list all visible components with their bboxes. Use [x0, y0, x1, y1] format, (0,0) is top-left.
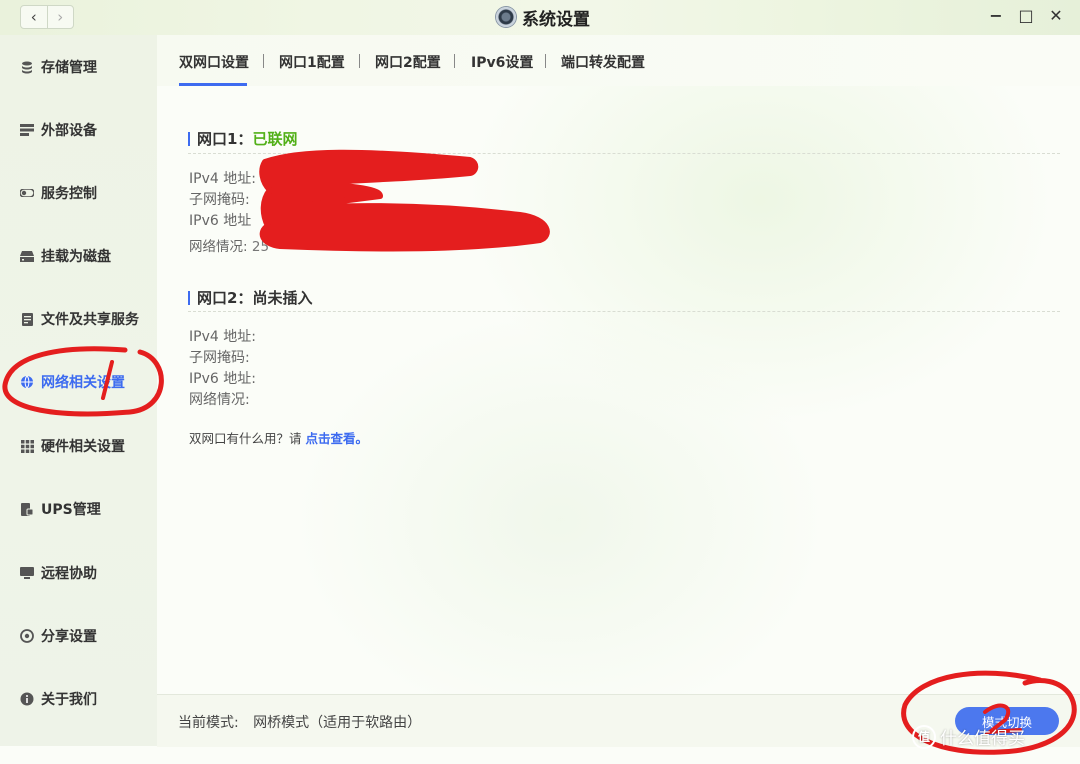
sidebar-item-ups[interactable]: UPS管理	[0, 489, 157, 529]
mode-value: 网桥模式（适用于软路由）	[253, 715, 422, 731]
close-button[interactable]: ✕	[1048, 6, 1064, 25]
sidebar: 存储管理 外部设备 服务控制 挂载为磁盘 文件及共享服务 网络相关设置 硬件相关…	[0, 35, 157, 746]
sidebar-item-service-control[interactable]: 服务控制	[0, 173, 157, 213]
help-text: 双网口有什么用？请	[189, 431, 306, 446]
sidebar-item-external-devices[interactable]: 外部设备	[0, 110, 157, 150]
main-content: 网口1： 已联网 IPv4 地址: 子网掩码: IPv6 地址 网络情况: 25…	[157, 86, 1080, 694]
sidebar-item-storage[interactable]: 存储管理	[0, 47, 157, 87]
port1-netmask-label: 子网掩码:	[189, 192, 250, 208]
sidebar-item-file-sharing[interactable]: 文件及共享服务	[0, 299, 157, 339]
sidebar-item-label: 网络相关设置	[41, 375, 125, 391]
port1-network-label: 网络情况:	[189, 239, 248, 255]
sidebar-item-label: 关于我们	[41, 692, 97, 708]
maximize-button[interactable]: □	[1018, 6, 1034, 25]
port2-netmask: 子网掩码:	[189, 347, 250, 367]
help-line: 双网口有什么用？请 点击查看。	[189, 428, 368, 447]
sidebar-item-label: 分享设置	[41, 629, 97, 645]
grid-icon	[20, 439, 34, 453]
back-button[interactable]: ‹	[21, 6, 47, 28]
sidebar-item-label: 挂载为磁盘	[41, 249, 111, 265]
history-nav: ‹ ›	[20, 5, 74, 29]
tab-separator	[263, 54, 264, 68]
title-bar: ‹ › 系统设置 − □ ✕	[0, 0, 1080, 35]
info-icon	[20, 692, 34, 706]
sidebar-item-label: 外部设备	[41, 123, 97, 139]
share-icon	[20, 629, 34, 643]
heading-accent-bar	[188, 290, 190, 305]
sidebar-item-network[interactable]: 网络相关设置	[0, 362, 157, 402]
tab-separator	[359, 54, 360, 68]
port1-ipv6-label: IPv6 地址	[189, 213, 252, 229]
toggle-icon	[20, 186, 34, 200]
tab-port2-config[interactable]: 网口2配置	[375, 52, 441, 72]
database-icon	[20, 60, 34, 74]
help-link[interactable]: 点击查看。	[305, 431, 368, 446]
port1-ipv4: IPv4 地址:	[189, 168, 256, 188]
system-settings-window: ‹ › 系统设置 − □ ✕ 存储管理 外部设备 服务控制 挂载为磁盘 文件及共…	[0, 0, 1080, 764]
port1-ipv4-label: IPv4 地址:	[189, 171, 256, 187]
forward-button[interactable]: ›	[46, 6, 74, 28]
port1-heading: 网口1： 已联网	[188, 128, 297, 149]
port1-netmask: 子网掩码:	[189, 189, 250, 209]
watermark-logo: 值	[912, 724, 936, 749]
globe-icon	[20, 375, 34, 389]
heading-accent-bar	[188, 131, 190, 146]
port2-ipv4-label: IPv4 地址:	[189, 329, 256, 345]
monitor-icon	[20, 566, 34, 580]
tab-port1-config[interactable]: 网口1配置	[279, 52, 345, 72]
sidebar-item-remote-assist[interactable]: 远程协助	[0, 553, 157, 593]
watermark: 值 什么值得买	[912, 724, 1025, 749]
port2-title: 网口2：	[197, 289, 253, 307]
port2-ipv6: IPv6 地址:	[189, 368, 256, 388]
port1-status: 已联网	[252, 130, 298, 148]
sidebar-item-label: 文件及共享服务	[41, 312, 139, 328]
window-title: 系统设置	[496, 4, 590, 30]
port1-network-value: 25	[251, 239, 270, 255]
port2-network-status: 网络情况:	[189, 389, 250, 409]
sidebar-item-share-settings[interactable]: 分享设置	[0, 616, 157, 656]
port1-title: 网口1：	[197, 130, 253, 148]
tab-separator	[545, 54, 546, 68]
file-share-icon	[20, 312, 34, 326]
tab-dual-port[interactable]: 双网口设置	[179, 52, 249, 72]
port1-ipv6: IPv6 地址	[189, 210, 251, 230]
chevron-right-icon: ›	[57, 8, 64, 26]
tab-ipv6[interactable]: IPv6设置	[471, 52, 533, 72]
port2-heading: 网口2： 尚未插入	[188, 287, 312, 308]
tab-bar: 双网口设置 网口1配置 网口2配置 IPv6设置 端口转发配置	[157, 35, 1080, 86]
sidebar-item-label: 硬件相关设置	[41, 439, 125, 455]
port2-status: 尚未插入	[252, 289, 313, 307]
port2-network-label: 网络情况:	[189, 392, 250, 408]
window-controls: − □ ✕	[988, 6, 1064, 25]
tab-separator	[454, 54, 455, 68]
device-icon	[20, 123, 34, 137]
sidebar-item-label: 服务控制	[41, 186, 97, 202]
sidebar-item-hardware[interactable]: 硬件相关设置	[0, 426, 157, 466]
watermark-text: 什么值得买	[940, 729, 1025, 749]
port2-netmask-label: 子网掩码:	[189, 350, 250, 366]
divider	[188, 153, 1060, 154]
chevron-left-icon: ‹	[30, 8, 37, 26]
disk-icon	[20, 249, 34, 263]
sidebar-item-label: UPS管理	[41, 502, 101, 518]
sidebar-item-label: 存储管理	[41, 60, 97, 76]
minimize-button[interactable]: −	[988, 6, 1004, 25]
port2-ipv4: IPv4 地址:	[189, 326, 256, 346]
tab-port-forward[interactable]: 端口转发配置	[561, 52, 645, 72]
sidebar-item-label: 远程协助	[41, 566, 97, 582]
port2-ipv6-label: IPv6 地址:	[189, 371, 256, 387]
sidebar-item-mount-disk[interactable]: 挂载为磁盘	[0, 236, 157, 276]
mode-label: 当前模式:	[178, 715, 239, 731]
window-title-text: 系统设置	[522, 9, 590, 30]
port1-network-status: 网络情况: 25	[189, 235, 269, 255]
settings-app-icon	[496, 7, 516, 27]
divider	[188, 311, 1060, 312]
current-mode: 当前模式: 网桥模式（适用于软路由）	[178, 712, 421, 732]
ups-icon	[20, 502, 34, 516]
sidebar-item-about[interactable]: 关于我们	[0, 679, 157, 719]
